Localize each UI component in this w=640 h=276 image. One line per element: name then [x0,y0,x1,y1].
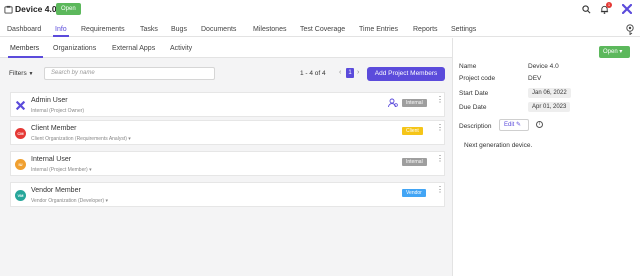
member-name: Internal User [31,156,72,163]
active-tab-indicator [53,35,69,37]
member-badge: Internal [402,99,427,107]
filters-dropdown[interactable]: Filters ▼ [9,67,33,80]
tab-bugs[interactable]: Bugs [171,26,187,33]
tab-reports[interactable]: Reports [413,26,438,33]
description-text: Next generation device. [464,142,533,149]
description-label: Description [459,123,492,130]
member-name: Client Member [31,125,77,132]
subtab-members[interactable]: Members [10,45,39,52]
avatar: CM [15,128,26,139]
pagination-text: 1 - 4 of 4 [300,70,326,77]
due-date-label: Due Date [459,104,487,111]
more-vertical-icon[interactable]: ⋮ [436,155,444,163]
info-icon[interactable]: i [536,121,543,128]
more-vertical-icon[interactable]: ⋮ [436,124,444,132]
top-bar: Device 4.0 Open 1 [0,0,640,21]
name-value: Device 4.0 [528,63,559,70]
member-name: Vendor Member [31,187,81,194]
search-input[interactable]: Search by name [44,67,215,80]
more-vertical-icon[interactable]: ⋮ [436,186,444,194]
start-date-value[interactable]: Jan 06, 2022 [528,88,571,98]
member-role[interactable]: Vendor Organization (Developer) ▾ [31,198,108,204]
project-code-label: Project code [459,75,496,82]
subtab-activity[interactable]: Activity [170,45,192,52]
search-icon[interactable] [582,5,591,14]
tab-milestones[interactable]: Milestones [253,26,286,33]
member-badge: Client [402,127,423,135]
member-row[interactable]: CM Client Member Client Organization (Re… [10,120,445,145]
main-nav: Dashboard Info Requirements Tasks Bugs D… [0,22,640,37]
member-badge: Internal [402,158,427,166]
project-icon [4,5,13,14]
sub-tabs: Members Organizations External Apps Acti… [0,38,452,58]
avatar: IU [15,159,26,170]
due-date-value[interactable]: Apr 01, 2023 [528,102,571,112]
app-logo-icon [15,100,26,111]
panel-divider [452,38,453,276]
chevron-right-icon[interactable]: › [357,69,359,76]
tab-dashboard[interactable]: Dashboard [7,26,41,33]
project-code-value: DEV [528,75,542,82]
more-vertical-icon[interactable]: ⋮ [436,96,444,104]
members-panel: Members Organizations External Apps Acti… [0,38,452,276]
filters-label: Filters [9,70,27,77]
member-role: Internal (Project Owner) [31,108,85,114]
subtab-external-apps[interactable]: External Apps [112,45,155,52]
tab-tasks[interactable]: Tasks [140,26,158,33]
add-project-members-button[interactable]: Add Project Members [367,67,445,81]
tab-test-coverage[interactable]: Test Coverage [300,26,345,33]
member-row[interactable]: IU Internal User Internal (Project Membe… [10,151,445,176]
app-logo-icon[interactable] [622,4,632,14]
start-date-label: Start Date [459,90,489,97]
active-subtab-indicator [8,56,43,58]
status-dropdown-button[interactable]: Open ▾ [599,46,630,58]
tab-documents[interactable]: Documents [201,26,236,33]
project-title: Device 4.0 [15,4,57,14]
tab-requirements[interactable]: Requirements [81,26,125,33]
tab-time-entries[interactable]: Time Entries [359,26,398,33]
tab-info[interactable]: Info [55,26,67,33]
mouse-cursor-icon [626,24,634,35]
member-row[interactable]: Admin User Internal (Project Owner) Inte… [10,92,445,117]
member-name: Admin User [31,97,68,104]
member-role[interactable]: Client Organization (Requirements Analys… [31,136,131,142]
current-page[interactable]: 1 [346,68,354,78]
project-status-badge[interactable]: Open [56,3,81,15]
member-role[interactable]: Internal (Project Member) ▾ [31,167,92,173]
member-row[interactable]: VM Vendor Member Vendor Organization (De… [10,182,445,207]
chevron-left-icon[interactable]: ‹ [339,69,341,76]
notification-count-badge: 1 [606,2,612,8]
user-settings-icon[interactable] [388,98,398,108]
edit-description-button[interactable]: Edit ✎ [499,119,529,131]
member-badge: Vendor [402,189,426,197]
subtab-organizations[interactable]: Organizations [53,45,96,52]
chevron-down-icon: ▼ [28,71,34,77]
avatar: VM [15,190,26,201]
tab-settings[interactable]: Settings [451,26,476,33]
name-label: Name [459,63,477,70]
